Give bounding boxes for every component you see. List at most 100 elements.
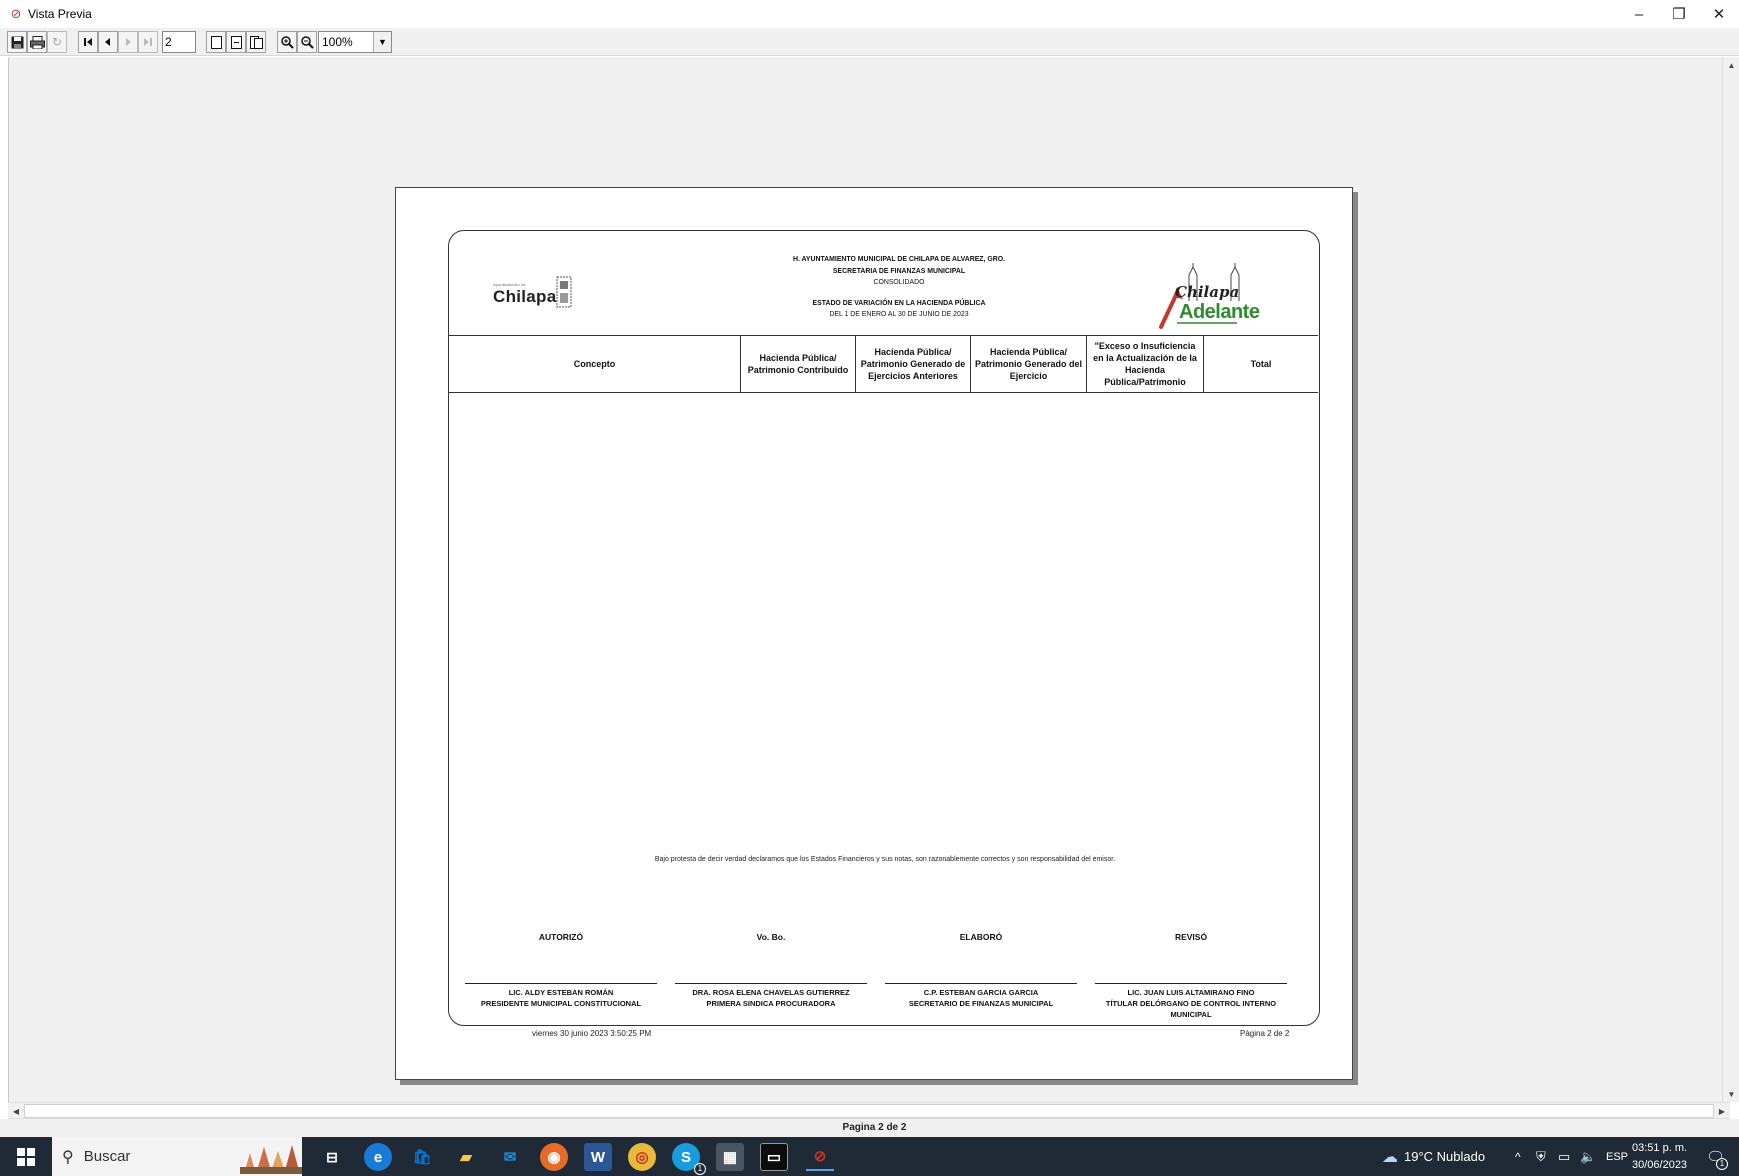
page-number-input[interactable]: 2: [162, 31, 196, 53]
preview-area: Ayuntamiento de Chilapa H. AYUNTAMIENTO …: [8, 57, 1730, 1102]
weather-widget[interactable]: ☁ 19°C Nublado: [1382, 1137, 1485, 1176]
search-icon: ⚲: [62, 1148, 74, 1166]
status-page-text: Pagina 2 de 2: [842, 1122, 907, 1133]
signature-title-vobo: Vo. Bo.: [756, 932, 786, 942]
signature-role: PRESIDENTE MUNICIPAL CONSTITUCIONAL: [480, 999, 642, 1008]
network-icon[interactable]: ▭: [1558, 1137, 1570, 1176]
search-highlight-image: [240, 1139, 302, 1174]
toolbar: ↻: [0, 28, 1739, 56]
chevron-down-icon[interactable]: ▼: [373, 32, 391, 52]
horizontal-scrollbar[interactable]: ◀ ▶: [8, 1102, 1730, 1119]
logo-chilapa-adelante: Chilapa Adelante: [1147, 253, 1260, 333]
weather-text: 19°C Nublado: [1404, 1149, 1486, 1164]
language-indicator[interactable]: ESP: [1606, 1137, 1628, 1176]
signature-line: [465, 983, 657, 984]
zoom-value: 100%: [322, 35, 353, 49]
seal-icon: [556, 276, 572, 308]
file-explorer-icon[interactable]: ▰: [452, 1143, 480, 1171]
edge-icon[interactable]: e: [364, 1143, 392, 1171]
signature-block-4: LIC. JUAN LUIS ALTAMIRANO FINO TÍTULAR D…: [1095, 987, 1287, 1020]
vertical-scrollbar[interactable]: ▲ ▼: [1722, 57, 1739, 1102]
next-page-icon[interactable]: [118, 31, 138, 53]
header-line-3: CONSOLIDADO: [873, 277, 925, 286]
signature-name: DRA. ROSA ELENA CHAVELAS GUTIERREZ: [692, 988, 850, 997]
signature-block-1: LIC. ALDY ESTEBAN ROMÁN PRESIDENTE MUNIC…: [465, 987, 657, 1009]
column-header-contribuido: Hacienda Pública/ Patrimonio Contribuido: [740, 335, 855, 392]
calculator-icon[interactable]: ▦: [716, 1143, 744, 1171]
system-clock[interactable]: 03:51 p. m. 30/06/2023: [1632, 1140, 1687, 1174]
signature-name: LIC. ALDY ESTEBAN ROMÁN: [508, 988, 614, 997]
scroll-down-icon[interactable]: ▼: [1723, 1086, 1739, 1102]
notification-icon[interactable]: 🗨: [1706, 1137, 1725, 1176]
volume-icon[interactable]: 🔈: [1580, 1137, 1596, 1176]
scroll-up-icon[interactable]: ▲: [1723, 57, 1739, 73]
disclaimer-text: Bajo protesta de decir verdad declaramos…: [654, 856, 1116, 863]
store-icon[interactable]: 🛍: [408, 1143, 436, 1171]
column-header-concepto: Concepto: [573, 358, 616, 369]
defender-icon[interactable]: ⛨: [1536, 1137, 1546, 1176]
column-header-ejercicio: Hacienda Pública/ Patrimonio Generado de…: [970, 335, 1086, 392]
search-placeholder: Buscar: [83, 1148, 131, 1165]
header-line-2: SECRETARIA DE FINANZAS MUNICIPAL: [832, 265, 966, 275]
signature-block-2: DRA. ROSA ELENA CHAVELAS GUTIERREZ PRIME…: [675, 987, 867, 1009]
previous-page-icon[interactable]: [98, 31, 118, 53]
columns-divider: [449, 392, 1318, 393]
terminal-icon[interactable]: ▭: [760, 1143, 788, 1171]
restore-button[interactable]: ❐: [1659, 0, 1699, 28]
signature-block-3: C.P. ESTEBAN GARCIA GARCIA SECRETARIO DE…: [885, 987, 1077, 1009]
logo-right-line1: Chilapa: [1175, 283, 1240, 301]
report-header: H. AYUNTAMIENTO MUNICIPAL DE CHILAPA DE …: [715, 253, 1083, 320]
clock-time: 03:51 p. m.: [1632, 1142, 1688, 1154]
horizontal-scroll-thumb[interactable]: [24, 1104, 1714, 1118]
logo-left-word: Chilapa: [493, 287, 557, 306]
signature-title-reviso: REVISÓ: [1174, 932, 1208, 942]
print-icon[interactable]: [27, 31, 47, 53]
tray-chevron-up-icon[interactable]: ^: [1515, 1137, 1521, 1176]
zoom-select[interactable]: 100% ▼: [318, 31, 392, 53]
notification-badge: 1: [1716, 1158, 1728, 1170]
firefox-icon[interactable]: ◉: [540, 1143, 568, 1171]
scroll-right-icon[interactable]: ▶: [1714, 1103, 1730, 1119]
cloud-icon: ☁: [1382, 1148, 1398, 1166]
page-width-icon[interactable]: [226, 31, 246, 53]
two-pages-icon[interactable]: [246, 31, 266, 53]
column-header-exceso: "Exceso o Insuficiencia en la Actualizac…: [1086, 335, 1203, 392]
signature-line: [1095, 983, 1287, 984]
start-button[interactable]: [0, 1137, 52, 1176]
signature-title-autorizo: AUTORIZÓ: [538, 932, 584, 942]
single-page-icon[interactable]: [206, 31, 226, 53]
report-frame: Ayuntamiento de Chilapa H. AYUNTAMIENTO …: [448, 230, 1320, 1026]
clock-date: 30/06/2023: [1632, 1159, 1688, 1171]
signature-line: [885, 983, 1077, 984]
app-icon: ⊘: [10, 6, 22, 21]
save-icon[interactable]: [7, 31, 27, 53]
header-line-5: DEL 1 DE ENERO AL 30 DE JUNIO DE 2023: [829, 309, 969, 318]
scroll-left-icon[interactable]: ◀: [8, 1103, 24, 1119]
signature-title-elaboro: ELABORÓ: [959, 932, 1003, 942]
taskbar: ⚲ Buscar ⊟ e 🛍 ▰ ✉ ◉ W ◎ S 1 ▦ ▭ ⊘ ☁ 19°…: [0, 1137, 1739, 1176]
word-icon[interactable]: W: [584, 1143, 612, 1171]
vista-previa-app-icon[interactable]: ⊘: [806, 1143, 834, 1171]
signature-role: PRIMERA SINDICA PROCURADORA: [706, 999, 836, 1008]
signature-role: SECRETARIO DE FINANZAS MUNICIPAL: [908, 999, 1054, 1008]
mail-icon[interactable]: ✉: [496, 1143, 524, 1171]
logo-chilapa-left: Ayuntamiento de Chilapa: [493, 275, 575, 315]
chrome-icon[interactable]: ◎: [628, 1143, 656, 1171]
zoom-out-icon[interactable]: [297, 31, 317, 53]
windows-icon: [17, 1147, 35, 1166]
report-footer-page: Pàgina 2 de 2: [1240, 1029, 1290, 1038]
title-bar: ⊘ Vista Previa – ❐ ✕: [0, 0, 1739, 28]
report-footer-date: viernes 30 junio 2023 3:50:25 PM: [532, 1029, 652, 1038]
header-line-4: ESTADO DE VARIACIÓN EN LA HACIENDA PÚBLI…: [812, 297, 986, 307]
first-page-icon[interactable]: [78, 31, 98, 53]
refresh-icon[interactable]: ↻: [47, 31, 67, 53]
minimize-button[interactable]: –: [1619, 0, 1659, 28]
close-button[interactable]: ✕: [1699, 0, 1739, 28]
signature-line: [675, 983, 867, 984]
last-page-icon[interactable]: [138, 31, 158, 53]
report-page: Ayuntamiento de Chilapa H. AYUNTAMIENTO …: [395, 187, 1353, 1080]
status-bar: Pagina 2 de 2: [0, 1119, 1739, 1137]
task-view-icon[interactable]: ⊟: [318, 1143, 346, 1171]
zoom-in-icon[interactable]: [277, 31, 297, 53]
taskbar-search[interactable]: ⚲ Buscar: [52, 1137, 302, 1176]
